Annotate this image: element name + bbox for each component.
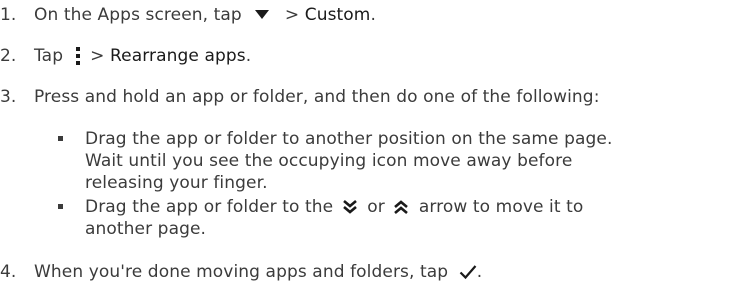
step-target-label: Custom xyxy=(304,5,371,25)
step-text: Press and hold an app or folder, and the… xyxy=(34,87,600,107)
step-target-label: Rearrange apps xyxy=(110,46,246,66)
step-text: On the Apps screen, tap xyxy=(34,5,242,25)
step-number: 1. xyxy=(0,5,17,25)
checkmark-icon xyxy=(459,264,477,280)
step-separator: > xyxy=(284,5,300,25)
step-number: 3. xyxy=(0,87,17,107)
dropdown-triangle-icon xyxy=(255,10,270,20)
instruction-document: 1. On the Apps screen, tap > Custom. 2. … xyxy=(0,5,613,282)
overflow-menu-icon xyxy=(75,46,81,66)
bullet-marker xyxy=(58,136,63,141)
double-chevron-down-icon xyxy=(342,199,358,215)
step-number: 2. xyxy=(0,46,17,66)
step-separator: > xyxy=(90,46,105,66)
double-chevron-up-icon xyxy=(393,199,409,215)
bullet-marker xyxy=(58,204,63,209)
step-text: When you're done moving apps and folders… xyxy=(34,262,449,282)
step-text: Tap xyxy=(34,46,64,66)
step-number: 4. xyxy=(0,262,17,282)
